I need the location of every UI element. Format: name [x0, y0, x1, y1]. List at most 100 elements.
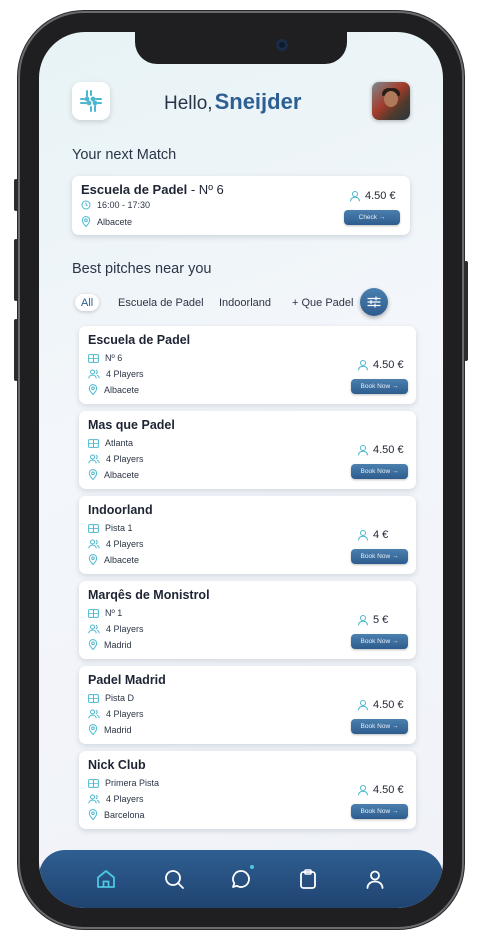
- pitch-city-row: Madrid: [88, 639, 132, 650]
- next-match-price: 4.50 €: [365, 190, 396, 202]
- front-camera: [276, 39, 288, 51]
- pitch-players-row: 4 Players: [88, 624, 144, 634]
- pitch-card[interactable]: Mas que Padel Atlanta 4 Players Albacete 4.5…: [79, 411, 416, 489]
- book-now-button[interactable]: Book Now →: [351, 719, 408, 734]
- location-pin-icon: [88, 639, 98, 650]
- pitch-price: 4.50 €: [373, 784, 404, 796]
- next-match-title: Your next Match: [72, 147, 177, 163]
- greeting: Hello,Sneijder: [164, 89, 301, 115]
- pitch-price-row: 4 €: [357, 529, 388, 541]
- next-match-card[interactable]: Escuela de Padel - Nº 6 16:00 - 17:30 Al…: [72, 176, 410, 235]
- player-icon: [350, 191, 360, 202]
- book-now-button[interactable]: Book Now →: [351, 634, 408, 649]
- header: Hello,Sneijder: [72, 82, 412, 122]
- players-icon: [88, 709, 100, 719]
- next-match-location: Albacete: [97, 216, 133, 227]
- pitch-players: 4 Players: [106, 709, 144, 719]
- pitch-players: 4 Players: [106, 794, 144, 804]
- phone-side-button: [14, 179, 18, 211]
- location-pin-icon: [81, 216, 91, 227]
- pitch-city-row: Madrid: [88, 724, 132, 735]
- user-name: Sneijder: [214, 89, 302, 114]
- notch: [135, 32, 347, 64]
- pitch-price-row: 4.50 €: [357, 444, 404, 456]
- book-now-label: Book Now: [360, 553, 391, 560]
- pitch-price: 4 €: [373, 529, 389, 541]
- court-icon: [88, 523, 99, 533]
- pitch-players: 4 Players: [106, 369, 144, 379]
- book-now-button[interactable]: Book Now →: [351, 804, 408, 819]
- pitch-name: Escuela de Padel: [88, 333, 191, 347]
- pitch-city: Madrid: [104, 724, 132, 735]
- book-now-label: Book Now: [360, 383, 391, 390]
- filter-chip-que-padel[interactable]: + Que Padel: [292, 294, 353, 311]
- player-icon: [358, 615, 368, 626]
- pitch-card[interactable]: Escuela de Padel Nº 6 4 Players Albacete 4.5…: [79, 326, 416, 404]
- phone-volume-down: [14, 319, 18, 381]
- phone-power-button: [464, 261, 468, 361]
- book-now-button[interactable]: Book Now →: [351, 464, 408, 479]
- pitch-price: 4.50 €: [373, 699, 404, 711]
- pitch-price: 4.50 €: [373, 359, 404, 371]
- notification-dot: [250, 865, 254, 869]
- pitch-card[interactable]: Marqês de Monistrol Nº 1 4 Players Madrid 5 …: [79, 581, 416, 659]
- pitch-card[interactable]: Padel Madrid Pista D 4 Players Madrid 4.50 €…: [79, 666, 416, 744]
- pitch-court: Nº 1: [105, 608, 123, 618]
- pitch-players: 4 Players: [106, 454, 144, 464]
- pitch-court-row: Pista 1: [88, 523, 133, 533]
- check-button[interactable]: Check →: [344, 210, 400, 225]
- search-icon: [165, 870, 184, 889]
- arrow-right-icon: →: [391, 638, 399, 645]
- tab-search[interactable]: [159, 864, 189, 894]
- pitch-price-row: 5 €: [357, 614, 388, 626]
- player-icon: [358, 445, 368, 456]
- filter-chip-escuela[interactable]: Escuela de Padel: [118, 294, 204, 311]
- best-pitches-title: Best pitches near you: [72, 261, 212, 277]
- arrow-right-icon: →: [391, 723, 399, 730]
- arrow-right-icon: →: [378, 214, 386, 221]
- book-now-button[interactable]: Book Now →: [351, 549, 408, 564]
- location-pin-icon: [88, 384, 98, 395]
- tab-home[interactable]: [91, 864, 121, 894]
- pitch-card[interactable]: Nick Club Primera Pista 4 Players Barcelona…: [79, 751, 416, 829]
- filter-chip-all[interactable]: All: [75, 294, 100, 311]
- arrow-right-icon: →: [391, 468, 399, 475]
- book-now-label: Book Now: [360, 808, 391, 815]
- pitch-city: Madrid: [104, 639, 132, 650]
- next-match-time: 16:00 - 17:30: [97, 200, 151, 210]
- tab-profile[interactable]: [360, 864, 390, 894]
- pitch-court-row: Nº 1: [88, 608, 122, 618]
- filter-settings-button[interactable]: [360, 288, 388, 316]
- pitch-court: Atlanta: [105, 438, 134, 448]
- location-pin-icon: [88, 809, 98, 820]
- pitch-card[interactable]: Indoorland Pista 1 4 Players Albacete 4 € Boo…: [79, 496, 416, 574]
- court-icon: [88, 608, 99, 618]
- pitch-court: Primera Pista: [105, 778, 160, 788]
- player-icon: [358, 360, 368, 371]
- pitch-players: 4 Players: [106, 624, 144, 634]
- next-match-heading: Escuela de Padel - Nº 6: [81, 182, 224, 197]
- pitch-city: Barcelona: [104, 809, 145, 820]
- avatar[interactable]: [372, 82, 410, 120]
- phone-volume-up: [14, 239, 18, 301]
- players-icon: [88, 369, 100, 379]
- pitch-court: Pista D: [105, 693, 135, 703]
- app-logo-button[interactable]: [72, 82, 110, 120]
- tab-chat[interactable]: [226, 864, 256, 894]
- filter-chip-indoorland[interactable]: Indoorland: [219, 294, 271, 311]
- tab-bookings[interactable]: [293, 864, 323, 894]
- players-icon: [88, 794, 100, 804]
- clipboard-icon: [300, 869, 316, 889]
- clock-icon: [81, 200, 91, 210]
- player-icon: [358, 700, 368, 711]
- players-icon: [88, 624, 100, 634]
- arrow-right-icon: →: [391, 553, 399, 560]
- location-pin-icon: [88, 554, 98, 565]
- pitch-court-row: Primera Pista: [88, 778, 159, 788]
- book-now-label: Book Now: [360, 468, 391, 475]
- court-icon: [88, 778, 99, 788]
- book-now-button[interactable]: Book Now →: [351, 379, 408, 394]
- next-match-location-row: Albacete: [81, 216, 132, 227]
- next-match-club: Escuela de Padel: [81, 182, 188, 197]
- book-now-label: Book Now: [360, 723, 391, 730]
